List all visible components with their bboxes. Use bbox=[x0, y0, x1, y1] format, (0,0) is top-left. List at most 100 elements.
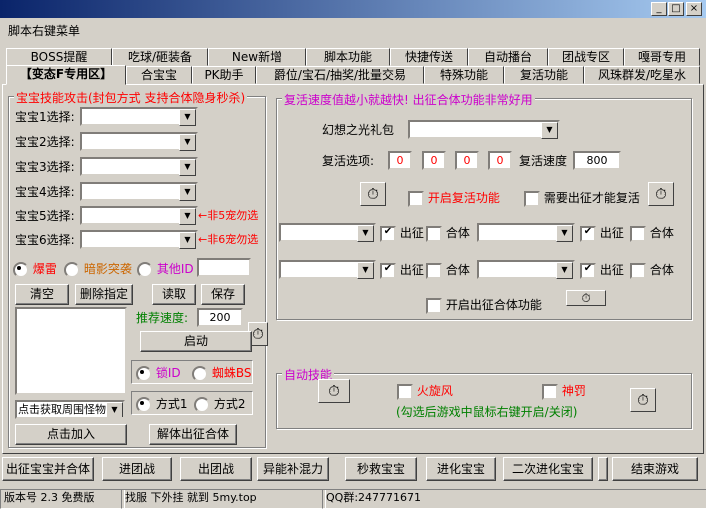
revive-option-3[interactable]: 0 bbox=[455, 151, 479, 170]
radio-lock-dot[interactable] bbox=[136, 365, 152, 382]
radio-mode2[interactable]: 方式2 bbox=[194, 396, 245, 413]
radio-mode2-dot[interactable] bbox=[194, 396, 210, 413]
tab-merge-pet[interactable]: 合宝宝 bbox=[126, 66, 192, 84]
stopwatch-icon[interactable]: ⏱ bbox=[630, 388, 656, 412]
start-button[interactable]: 启动 bbox=[140, 331, 252, 352]
need-go-checkbox[interactable]: 需要出征才能复活 bbox=[524, 190, 640, 207]
radio-shadow-dot[interactable] bbox=[64, 261, 80, 278]
go-box-2[interactable]: ✔ bbox=[580, 225, 596, 242]
save-button[interactable]: 保存 bbox=[201, 284, 245, 305]
go-pet-select-2[interactable]: ▼ bbox=[477, 223, 575, 242]
chevron-down-icon[interactable]: ▼ bbox=[179, 232, 196, 249]
stopwatch-icon[interactable]: ⏱ bbox=[648, 182, 674, 206]
radio-spider-bs[interactable]: 蜘蛛BS bbox=[192, 365, 251, 382]
radio-shadow[interactable]: 暗影突袭 bbox=[64, 261, 132, 278]
pet2-select[interactable]: ▼ bbox=[80, 132, 198, 151]
tab-revive[interactable]: 复活功能 bbox=[504, 66, 584, 84]
tab-special[interactable]: 特殊功能 bbox=[424, 66, 504, 84]
tab-auto-broadcast[interactable]: 自动播台 bbox=[468, 48, 548, 66]
go-box-4[interactable]: ✔ bbox=[580, 262, 596, 279]
tab-rank-gem[interactable]: 爵位/宝石/抽奖/批量交易 bbox=[256, 66, 424, 84]
radio-spider-dot[interactable] bbox=[192, 365, 208, 382]
tab-script-functions[interactable]: 脚本功能 bbox=[306, 48, 390, 66]
chevron-down-icon[interactable]: ▼ bbox=[556, 225, 573, 242]
chevron-down-icon[interactable]: ▼ bbox=[179, 208, 196, 225]
chevron-down-icon[interactable]: ▼ bbox=[179, 134, 196, 151]
enable-revive-box[interactable] bbox=[408, 190, 424, 207]
punish-box[interactable] bbox=[542, 383, 558, 400]
revive-speed-input[interactable]: 800 bbox=[573, 151, 621, 170]
stopwatch-icon[interactable]: ⏱ bbox=[566, 290, 606, 306]
separator-toggle[interactable] bbox=[598, 457, 608, 481]
chevron-down-icon[interactable]: ▼ bbox=[179, 109, 196, 126]
restore-power-button[interactable]: 异能补混力 bbox=[257, 457, 329, 481]
tab-team-battle[interactable]: 团战专区 bbox=[548, 48, 624, 66]
chevron-down-icon[interactable]: ▼ bbox=[357, 225, 374, 242]
unmerge-button[interactable]: 解体出征合体 bbox=[149, 424, 237, 445]
chevron-down-icon[interactable]: ▼ bbox=[541, 122, 558, 139]
go-pet-select-1[interactable]: ▼ bbox=[279, 223, 376, 242]
go-checkbox-2[interactable]: ✔ 出征 bbox=[580, 225, 624, 242]
maximize-icon[interactable]: □ bbox=[668, 2, 684, 16]
monster-select[interactable]: 点击获取周围怪物 ▼ bbox=[15, 400, 125, 419]
enable-merge-box[interactable] bbox=[426, 297, 442, 314]
attack-speed-input[interactable]: 200 bbox=[197, 308, 243, 327]
radio-mode1[interactable]: 方式1 bbox=[136, 396, 187, 413]
need-go-box[interactable] bbox=[524, 190, 540, 207]
skill-list[interactable] bbox=[15, 307, 127, 395]
tab-boss-alert[interactable]: BOSS提醒 bbox=[6, 48, 112, 66]
clear-button[interactable]: 清空 bbox=[15, 284, 69, 305]
go-pet-select-3[interactable]: ▼ bbox=[279, 260, 376, 279]
go-checkbox-1[interactable]: ✔ 出征 bbox=[380, 225, 424, 242]
delete-selected-button[interactable]: 删除指定 bbox=[75, 284, 133, 305]
chevron-down-icon[interactable]: ▼ bbox=[357, 262, 374, 279]
read-button[interactable]: 读取 bbox=[152, 284, 196, 305]
tab-wind-pearl[interactable]: 风珠群发/吃星水 bbox=[584, 66, 700, 84]
go-merge-pet-button[interactable]: 出征宝宝并合体 bbox=[2, 457, 94, 481]
tab-quick-teleport[interactable]: 快捷传送 bbox=[390, 48, 468, 66]
rescue-pet-button[interactable]: 秒救宝宝 bbox=[345, 457, 417, 481]
exit-team-battle-button[interactable]: 出团战 bbox=[180, 457, 252, 481]
merge-box-1[interactable] bbox=[426, 225, 442, 242]
whirlwind-box[interactable] bbox=[397, 383, 413, 400]
other-id-input[interactable] bbox=[197, 258, 251, 277]
pet4-select[interactable]: ▼ bbox=[80, 182, 198, 201]
merge-box-4[interactable] bbox=[630, 262, 646, 279]
merge-box-2[interactable] bbox=[630, 225, 646, 242]
go-box-3[interactable]: ✔ bbox=[380, 262, 396, 279]
go-pet-select-4[interactable]: ▼ bbox=[477, 260, 575, 279]
add-button[interactable]: 点击加入 bbox=[15, 424, 127, 445]
pet3-select[interactable]: ▼ bbox=[80, 157, 198, 176]
close-icon[interactable]: × bbox=[686, 2, 702, 16]
go-box-1[interactable]: ✔ bbox=[380, 225, 396, 242]
chevron-down-icon[interactable]: ▼ bbox=[556, 262, 573, 279]
chevron-down-icon[interactable]: ▼ bbox=[106, 402, 123, 417]
second-evolve-button[interactable]: 二次进化宝宝 bbox=[503, 457, 593, 481]
whirlwind-checkbox[interactable]: 火旋风 bbox=[397, 383, 453, 400]
chevron-down-icon[interactable]: ▼ bbox=[179, 159, 196, 176]
merge-checkbox-3[interactable]: 合体 bbox=[426, 262, 470, 279]
tab-new-added[interactable]: New新增 bbox=[208, 48, 306, 66]
radio-thunder-dot[interactable] bbox=[13, 261, 29, 278]
tab-gage-only[interactable]: 嘎哥专用 bbox=[624, 48, 700, 66]
radio-mode1-dot[interactable] bbox=[136, 396, 152, 413]
stopwatch-icon[interactable]: ⏱ bbox=[318, 379, 350, 403]
pet6-select[interactable]: ▼ bbox=[80, 230, 198, 249]
radio-thunder[interactable]: 爆雷 bbox=[13, 261, 57, 278]
tab-bt-f-area[interactable]: 【变态F专用区】 bbox=[6, 65, 126, 85]
pet1-select[interactable]: ▼ bbox=[80, 107, 198, 126]
pet5-select[interactable]: ▼ bbox=[80, 206, 198, 225]
merge-box-3[interactable] bbox=[426, 262, 442, 279]
merge-checkbox-2[interactable]: 合体 bbox=[630, 225, 674, 242]
enable-revive-checkbox[interactable]: 开启复活功能 bbox=[408, 190, 500, 207]
merge-checkbox-1[interactable]: 合体 bbox=[426, 225, 470, 242]
tab-eat-ball[interactable]: 吃球/砸装备 bbox=[112, 48, 208, 66]
merge-checkbox-4[interactable]: 合体 bbox=[630, 262, 674, 279]
radio-other-id[interactable]: 其他ID bbox=[137, 261, 194, 278]
go-checkbox-4[interactable]: ✔ 出征 bbox=[580, 262, 624, 279]
revive-option-4[interactable]: 0 bbox=[488, 151, 512, 170]
enter-team-battle-button[interactable]: 进团战 bbox=[102, 457, 172, 481]
minimize-icon[interactable]: _ bbox=[651, 2, 667, 16]
evolve-pet-button[interactable]: 进化宝宝 bbox=[426, 457, 496, 481]
radio-lock-id[interactable]: 锁ID bbox=[136, 365, 181, 382]
